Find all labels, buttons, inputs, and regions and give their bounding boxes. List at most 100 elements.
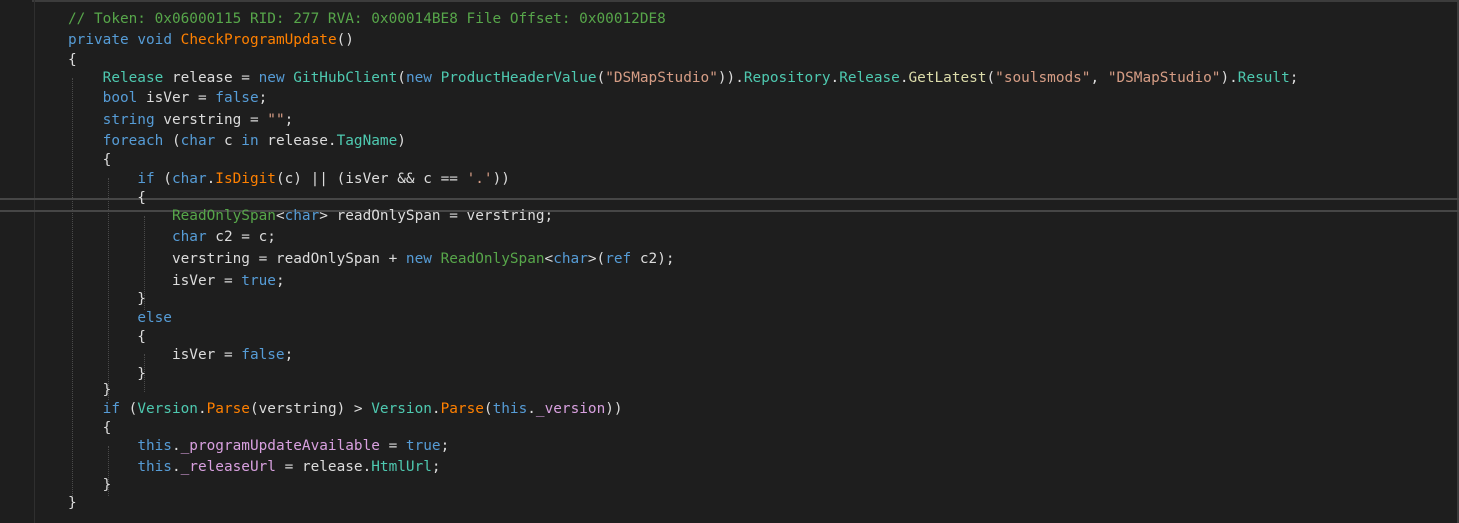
code-line[interactable]: // Token: 0x06000115 RID: 277 RVA: 0x000… [68, 9, 666, 29]
code-token: (verstring) > [249, 401, 372, 417]
code-token: )) [605, 401, 623, 417]
code-token: Parse [206, 401, 250, 417]
code-token: . [527, 401, 536, 417]
code-line[interactable]: Release release = new GitHubClient(new P… [68, 68, 1299, 88]
code-line[interactable]: isVer = true; [68, 271, 285, 291]
code-token: . [431, 401, 441, 417]
code-token: ). [1220, 70, 1238, 86]
code-token: Parse [440, 401, 484, 417]
code-line[interactable]: } [68, 380, 112, 400]
code-token: "DSMapStudio" [1107, 70, 1221, 86]
code-token: in [241, 133, 259, 149]
code-token: char [171, 229, 207, 245]
code-token: ( [986, 70, 996, 86]
code-token: { [68, 152, 112, 168]
code-token: true [405, 438, 441, 454]
code-token: '.' [466, 171, 493, 187]
code-token: . [171, 438, 181, 454]
code-token: ) [397, 133, 406, 149]
code-token: "" [267, 112, 285, 128]
code-line[interactable]: this._programUpdateAvailable = true; [68, 436, 449, 456]
code-token: } [68, 382, 112, 398]
code-line[interactable]: verstring = readOnlySpan + new ReadOnlyS… [68, 249, 675, 269]
code-token: ( [596, 70, 606, 86]
gutter-divider [34, 0, 35, 523]
code-token: CheckProgramUpdate [180, 32, 337, 48]
code-token: isVer = [68, 347, 242, 363]
code-line[interactable]: char c2 = c; [68, 227, 276, 247]
code-token: < [544, 251, 554, 267]
code-token: ref [605, 251, 632, 267]
code-token: c2); [631, 251, 675, 267]
code-line[interactable]: { [68, 150, 112, 170]
code-line[interactable]: { [68, 327, 146, 347]
code-line[interactable]: private void CheckProgramUpdate() [68, 30, 354, 50]
code-token: ProductHeaderValue [440, 70, 597, 86]
code-editor[interactable]: // Token: 0x06000115 RID: 277 RVA: 0x000… [0, 0, 1459, 523]
code-line[interactable]: { [68, 418, 112, 438]
code-token: Release [102, 70, 164, 86]
code-token: )) [492, 171, 510, 187]
code-token: ReadOnlySpan [171, 208, 276, 224]
code-token: ; [431, 459, 441, 475]
code-line[interactable]: if (char.IsDigit(c) || (isVer && c == '.… [68, 169, 510, 189]
code-token: true [241, 273, 276, 289]
code-token: Release [839, 70, 900, 86]
code-token: ( [154, 171, 172, 187]
code-line[interactable]: this._releaseUrl = release.HtmlUrl; [68, 457, 441, 477]
code-line[interactable]: { [68, 50, 77, 70]
code-line[interactable]: } [68, 475, 112, 495]
code-token: if [102, 401, 120, 417]
code-token: string [102, 112, 155, 128]
code-token: ( [483, 401, 493, 417]
code-token: isVer = [137, 90, 216, 106]
code-token: = [379, 438, 406, 454]
code-token: c [215, 133, 242, 149]
code-token: GetLatest [908, 70, 987, 86]
code-token: (c) || (isVer && c == [275, 171, 467, 187]
code-line[interactable]: isVer = false; [68, 345, 293, 365]
code-line[interactable]: string verstring = ""; [68, 110, 294, 130]
code-token: else [137, 310, 172, 326]
code-token: false [241, 347, 285, 363]
code-token: Result [1237, 70, 1290, 86]
code-token: char [553, 251, 588, 267]
code-token: new [405, 251, 432, 267]
code-token: . [206, 171, 216, 187]
code-token: new [258, 70, 285, 86]
code-token: { [68, 52, 77, 68]
code-line[interactable]: else [68, 308, 172, 328]
code-token: release. [258, 133, 337, 149]
code-token: < [275, 208, 285, 224]
code-line[interactable]: ReadOnlySpan<char> readOnlySpan = verstr… [68, 206, 553, 226]
code-token: ( [119, 401, 138, 417]
code-line[interactable]: } [68, 289, 146, 309]
code-token: { [68, 190, 146, 206]
code-line[interactable]: } [68, 493, 77, 513]
code-line[interactable]: bool isVer = false; [68, 88, 268, 108]
code-token: ; [440, 438, 450, 454]
code-line[interactable]: if (Version.Parse(verstring) > Version.P… [68, 399, 623, 419]
code-token: // Token: 0x06000115 RID: 277 RVA: 0x000… [68, 11, 666, 27]
code-token: c2 = c; [206, 229, 276, 245]
code-token: Version [371, 401, 432, 417]
code-token: this [137, 438, 172, 454]
code-token: . [899, 70, 909, 86]
code-token: _programUpdateAvailable [180, 438, 380, 454]
code-token: } [68, 477, 112, 493]
code-token: char [180, 133, 216, 149]
code-line[interactable]: { [68, 188, 146, 208]
code-line[interactable]: foreach (char c in release.TagName) [68, 131, 406, 151]
code-token: ( [163, 133, 181, 149]
code-token: _version [535, 401, 606, 417]
editor-top-border [0, 0, 1459, 2]
code-token: ; [258, 90, 268, 106]
code-token: isVer = [68, 273, 242, 289]
